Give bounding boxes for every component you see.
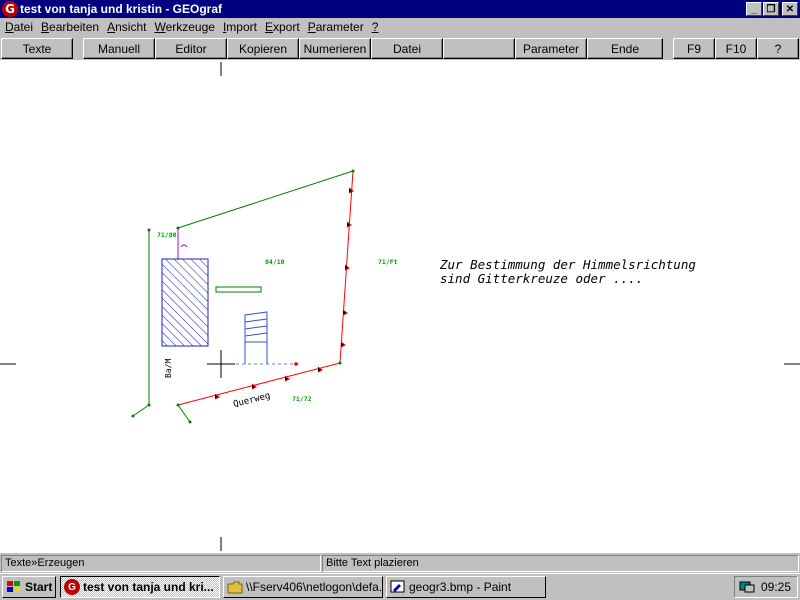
restore-button[interactable]: ❐	[763, 2, 779, 16]
kopieren-button[interactable]: Kopieren	[227, 38, 299, 59]
start-label: Start	[25, 580, 53, 594]
f9-button[interactable]: F9	[673, 38, 715, 59]
task-paint-label: geogr3.bmp - Paint	[409, 580, 512, 594]
menu-werkzeuge[interactable]: Werkzeuge	[149, 18, 217, 36]
green-boundary-top	[177, 170, 354, 229]
green-line-sw	[132, 404, 150, 417]
close-button[interactable]: ✕	[782, 2, 798, 16]
windows-taskbar: Start G test von tanja und kri... \\Fser…	[0, 573, 800, 600]
canvas-annotation-text: Zur Bestimmung der Himmelsrichtung sind …	[440, 258, 696, 286]
minimize-button[interactable]: _	[746, 2, 762, 16]
menu-help[interactable]: ?	[367, 18, 382, 36]
windows-logo-icon	[6, 579, 22, 595]
task-geograf-label: test von tanja und kri...	[83, 580, 214, 594]
street-label: Querweg	[232, 391, 271, 410]
drawing-canvas[interactable]: 71/80 84/10 71/Ft 71/72 Querweg Ba/M Zur…	[0, 60, 800, 553]
task-explorer[interactable]: \\Fserv406\netlogon\defa...	[223, 576, 383, 598]
window-controls: _ ❐ ✕	[745, 2, 798, 16]
hatched-building	[161, 258, 209, 347]
f10-button[interactable]: F10	[715, 38, 757, 59]
parcel-label-1: 71/80	[157, 231, 177, 239]
window-title: test von tanja und kristin - GEOgraf	[20, 2, 223, 16]
status-message: Bitte Text plazieren	[322, 555, 799, 572]
manuell-button[interactable]: Manuell	[83, 38, 155, 59]
task-paint[interactable]: geogr3.bmp - Paint	[386, 576, 546, 598]
menu-bar: Datei Bearbeiten Ansicht Werkzeuge Impor…	[0, 18, 800, 36]
task-explorer-label: \\Fserv406\netlogon\defa...	[246, 580, 383, 594]
start-button[interactable]: Start	[2, 576, 56, 598]
system-tray: 09:25	[734, 576, 798, 598]
menu-export[interactable]: Export	[260, 18, 303, 36]
menu-bearbeiten[interactable]: Bearbeiten	[36, 18, 102, 36]
empty-function-button[interactable]	[443, 38, 515, 59]
ende-button[interactable]: Ende	[587, 38, 663, 59]
boundary-ticks	[214, 187, 354, 400]
blue-structure	[244, 311, 268, 364]
status-mode: Texte»Erzeugen	[1, 555, 321, 572]
annotation-line-1: Zur Bestimmung der Himmelsrichtung	[440, 257, 696, 272]
network-tray-icon[interactable]	[739, 580, 755, 594]
texte-button[interactable]: Texte	[1, 38, 73, 59]
help-button[interactable]: ?	[757, 38, 799, 59]
building-label: Ba/M	[164, 359, 173, 378]
menu-ansicht[interactable]: Ansicht	[102, 18, 149, 36]
folder-icon	[227, 579, 243, 595]
task-geograf[interactable]: G test von tanja und kri...	[60, 576, 220, 598]
parcel-label-4: 71/72	[292, 395, 312, 403]
menu-datei[interactable]: Datei	[0, 18, 36, 36]
green-line-se	[177, 404, 191, 423]
menu-import[interactable]: Import	[218, 18, 260, 36]
function-toolbar: Texte Manuell Editor Kopieren Numerieren…	[0, 37, 800, 60]
datei-button[interactable]: Datei	[371, 38, 443, 59]
paint-icon	[390, 579, 406, 595]
status-bar: Texte»Erzeugen Bitte Text plazieren	[0, 554, 800, 572]
annotation-line-2: sind Gitterkreuze oder ....	[440, 271, 644, 286]
title-bar: G test von tanja und kristin - GEOgraf _…	[0, 0, 800, 18]
geograf-icon: G	[64, 579, 80, 595]
green-rectangle	[215, 286, 262, 293]
numerieren-button[interactable]: Numerieren	[299, 38, 371, 59]
parcel-label-3: 71/Ft	[378, 258, 398, 266]
editor-button[interactable]: Editor	[155, 38, 227, 59]
cad-drawing: 71/80 84/10 71/Ft 71/72 Querweg Ba/M	[0, 62, 800, 551]
magenta-mark	[180, 244, 188, 248]
geograf-app-icon[interactable]: G	[2, 1, 18, 17]
parameter-button[interactable]: Parameter	[515, 38, 587, 59]
clock[interactable]: 09:25	[761, 580, 791, 594]
red-point	[294, 362, 298, 366]
menu-parameter[interactable]: Parameter	[303, 18, 367, 36]
parcel-label-2: 84/10	[265, 258, 285, 266]
